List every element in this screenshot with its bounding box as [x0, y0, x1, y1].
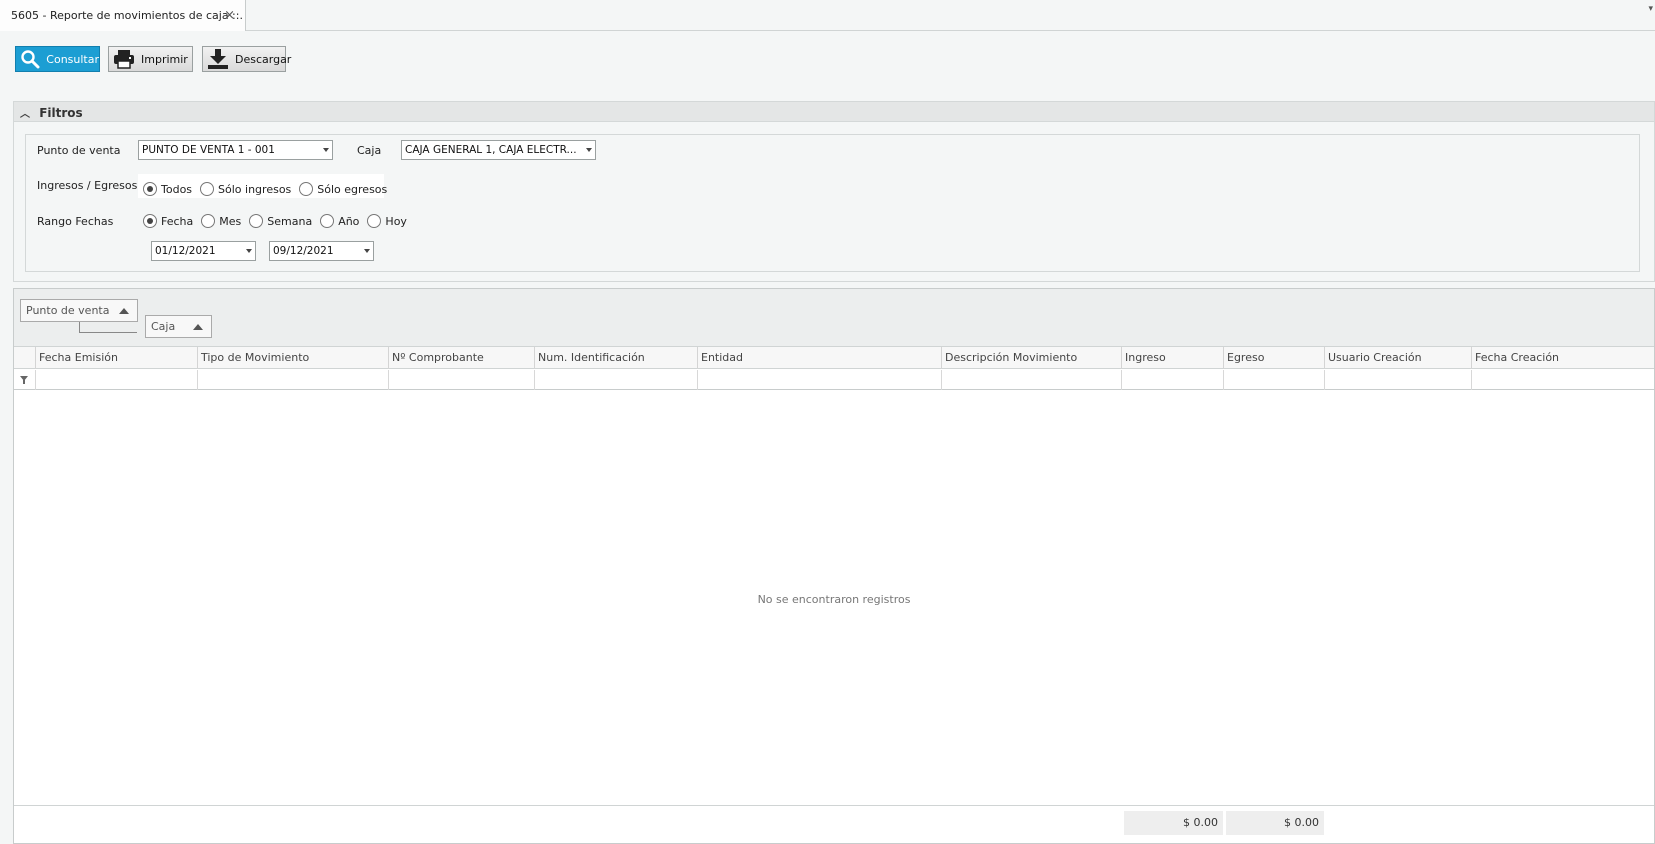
- grid-header-row: Fecha Emisión Tipo de Movimiento Nº Comp…: [14, 347, 1654, 369]
- punto-venta-label: Punto de venta: [37, 144, 121, 157]
- dropdown-arrow-icon[interactable]: [246, 249, 252, 253]
- grid-filter-row: [14, 370, 1654, 390]
- radio-label: Semana: [267, 214, 313, 228]
- tab-title: 5605 - Reporte de movimientos de caja ::…: [11, 9, 243, 22]
- total-egreso: $ 0.00: [1226, 811, 1324, 835]
- dropdown-arrow-icon[interactable]: [323, 148, 329, 152]
- radio-checked-icon[interactable]: [143, 214, 157, 228]
- consultar-label: Consultar: [46, 52, 99, 66]
- radio-label: Año: [338, 214, 360, 228]
- radio-solo-ingresos[interactable]: Sólo ingresos: [200, 182, 291, 196]
- total-ingreso: $ 0.00: [1124, 811, 1223, 835]
- filtros-panel-header[interactable]: ︿ Filtros: [13, 101, 1655, 122]
- radio-label: Todos: [161, 182, 193, 196]
- descargar-label: Descargar: [235, 52, 292, 66]
- filter-cell[interactable]: [36, 370, 198, 390]
- rango-radio-group: Fecha Mes Semana Año Hoy: [143, 214, 415, 228]
- filter-cell[interactable]: [1224, 370, 1325, 390]
- filter-icon[interactable]: [14, 370, 36, 390]
- radio-unchecked-icon[interactable]: [249, 214, 264, 228]
- radio-unchecked-icon[interactable]: [201, 214, 216, 228]
- filter-cell[interactable]: [535, 370, 698, 390]
- radio-unchecked-icon[interactable]: [367, 214, 382, 228]
- consultar-button[interactable]: Consultar: [15, 46, 100, 72]
- radio-mes[interactable]: Mes: [201, 214, 241, 228]
- row-indicator-header: [14, 347, 36, 369]
- download-icon: [207, 48, 229, 70]
- tab-bar: 5605 - Reporte de movimientos de caja ::…: [0, 0, 1655, 31]
- group-panel: Punto de venta Caja: [14, 289, 1654, 347]
- fecha-hasta-input[interactable]: 09/12/2021: [269, 241, 374, 261]
- dropdown-arrow-icon[interactable]: [586, 148, 592, 152]
- close-icon[interactable]: ×: [224, 8, 235, 23]
- dropdown-arrow-icon[interactable]: [364, 249, 370, 253]
- tab-reporte-movimientos[interactable]: 5605 - Reporte de movimientos de caja ::…: [0, 0, 246, 31]
- filter-cell[interactable]: [1122, 370, 1224, 390]
- col-comprobante[interactable]: Nº Comprobante: [389, 347, 535, 369]
- sort-asc-icon[interactable]: [119, 308, 129, 314]
- radio-label: Sólo ingresos: [218, 182, 292, 196]
- rango-fechas-label: Rango Fechas: [37, 215, 114, 228]
- radio-todos[interactable]: Todos: [143, 182, 192, 196]
- col-descripcion[interactable]: Descripción Movimiento: [942, 347, 1122, 369]
- col-fecha-creacion[interactable]: Fecha Creación: [1472, 347, 1654, 369]
- radio-unchecked-icon[interactable]: [320, 214, 335, 228]
- fecha-desde-input[interactable]: 01/12/2021: [151, 241, 256, 261]
- radio-checked-icon[interactable]: [143, 182, 157, 196]
- punto-venta-value: PUNTO DE VENTA 1 - 001: [142, 144, 275, 156]
- radio-label: Sólo egresos: [317, 182, 388, 196]
- chevron-up-icon[interactable]: ︿: [20, 109, 30, 120]
- imprimir-button[interactable]: Imprimir: [108, 46, 193, 72]
- punto-venta-select[interactable]: PUNTO DE VENTA 1 - 001: [138, 140, 333, 160]
- filter-cell[interactable]: [1325, 370, 1472, 390]
- caja-select[interactable]: CAJA GENERAL 1, CAJA ELECTR...: [401, 140, 596, 160]
- filter-cell[interactable]: [1472, 370, 1654, 390]
- chevron-down-icon[interactable]: ▾: [1648, 4, 1653, 14]
- col-tipo-movimiento[interactable]: Tipo de Movimiento: [198, 347, 389, 369]
- col-ingreso[interactable]: Ingreso: [1122, 347, 1224, 369]
- search-icon: [20, 48, 40, 70]
- col-entidad[interactable]: Entidad: [698, 347, 942, 369]
- radio-unchecked-icon[interactable]: [200, 182, 215, 196]
- fecha-desde-value: 01/12/2021: [155, 245, 216, 257]
- empty-message: No se encontraron registros: [757, 593, 911, 606]
- radio-hoy[interactable]: Hoy: [367, 214, 407, 228]
- group-chip-label: Caja: [151, 320, 176, 333]
- filter-cell[interactable]: [198, 370, 389, 390]
- radio-solo-egresos[interactable]: Sólo egresos: [299, 182, 387, 196]
- grid-footer-row: $ 0.00 $ 0.00: [14, 805, 1654, 843]
- radio-label: Fecha: [161, 214, 194, 228]
- col-egreso[interactable]: Egreso: [1224, 347, 1325, 369]
- filter-cell[interactable]: [942, 370, 1122, 390]
- group-chip-punto-venta[interactable]: Punto de venta: [20, 299, 138, 322]
- col-usuario-creacion[interactable]: Usuario Creación: [1325, 347, 1472, 369]
- caja-value: CAJA GENERAL 1, CAJA ELECTR...: [405, 144, 577, 156]
- group-connector: [79, 322, 137, 333]
- ingresos-egresos-label: Ingresos / Egresos: [37, 179, 138, 192]
- ingresos-radio-group: Todos Sólo ingresos Sólo egresos: [143, 182, 395, 196]
- group-chip-label: Punto de venta: [26, 304, 110, 317]
- imprimir-label: Imprimir: [141, 52, 188, 66]
- printer-icon: [113, 48, 135, 70]
- sort-asc-icon[interactable]: [193, 324, 203, 330]
- col-fecha-emision[interactable]: Fecha Emisión: [36, 347, 198, 369]
- radio-ano[interactable]: Año: [320, 214, 359, 228]
- caja-label: Caja: [357, 144, 382, 157]
- radio-semana[interactable]: Semana: [249, 214, 312, 228]
- col-identificacion[interactable]: Num. Identificación: [535, 347, 698, 369]
- radio-label: Hoy: [385, 214, 407, 228]
- movimientos-grid: Punto de venta Caja Fecha Emisión Tipo d…: [13, 288, 1655, 844]
- descargar-button[interactable]: Descargar: [202, 46, 291, 72]
- filter-cell[interactable]: [389, 370, 535, 390]
- radio-unchecked-icon[interactable]: [299, 182, 314, 196]
- fecha-hasta-value: 09/12/2021: [273, 245, 334, 257]
- filter-cell[interactable]: [698, 370, 942, 390]
- group-chip-caja[interactable]: Caja: [145, 315, 212, 338]
- filtros-title: Filtros: [39, 106, 83, 120]
- radio-fecha[interactable]: Fecha: [143, 214, 193, 228]
- radio-label: Mes: [219, 214, 242, 228]
